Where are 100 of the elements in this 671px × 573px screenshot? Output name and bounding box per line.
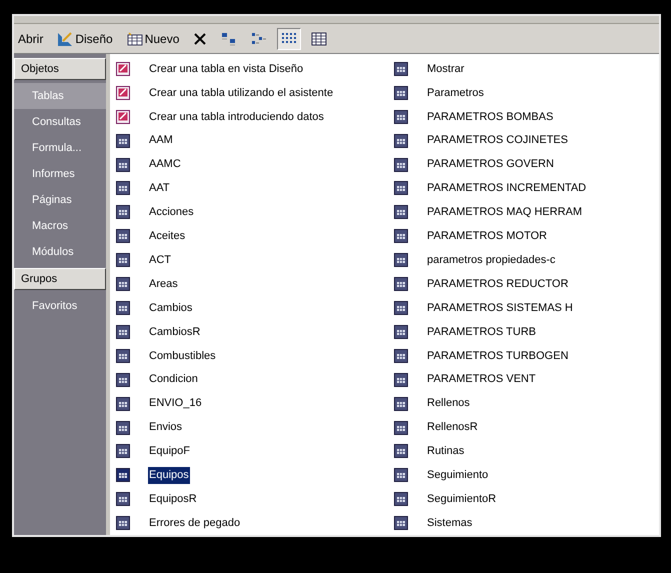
table-icon	[116, 396, 130, 411]
table-icon	[116, 134, 130, 148]
list-item[interactable]: Errores de pegado	[116, 511, 380, 536]
item-label: Acciones	[148, 205, 195, 220]
list-item[interactable]: Areas	[116, 272, 380, 296]
list-item[interactable]: Crear una tabla introduciendo datos	[116, 104, 380, 129]
list-item[interactable]: Rutinas	[394, 440, 588, 464]
toolbar-button[interactable]: Nuevo	[122, 28, 184, 50]
list-item[interactable]: SeguimientoR	[394, 487, 588, 512]
list-item[interactable]: Envios	[116, 416, 380, 440]
item-label: Combustibles	[148, 348, 217, 364]
list-item[interactable]: AAMC	[116, 152, 380, 177]
sidebar-item[interactable]: Favoritos	[14, 293, 106, 319]
list-item[interactable]: PARAMETROS BOMBAS	[394, 104, 588, 129]
table-icon	[394, 277, 408, 292]
table-icon	[394, 492, 408, 506]
item-label: PARAMETROS MAQ HERRAM	[426, 205, 584, 220]
toolbar-button[interactable]: Abrir	[14, 28, 48, 50]
item-label: Crear una tabla en vista Diseño	[148, 62, 304, 77]
item-label: Errores de pegado	[148, 516, 242, 531]
item-label: EquiposR	[148, 492, 198, 508]
list-item[interactable]: Equipos	[116, 463, 380, 488]
list-item[interactable]: EquiposR	[116, 487, 380, 512]
list-item[interactable]: EquipoF	[116, 440, 380, 464]
table-icon	[116, 301, 130, 316]
table-icon	[394, 324, 408, 339]
list-item[interactable]: Parametros	[394, 80, 588, 105]
item-label: CambiosR	[148, 324, 202, 340]
item-label: Aceites	[148, 229, 186, 244]
table-icon	[394, 110, 408, 124]
table-icon	[394, 229, 408, 244]
item-label: PARAMETROS COJINETES	[426, 133, 569, 148]
sidebar-item[interactable]: Consultas	[14, 109, 106, 135]
item-label: PARAMETROS SISTEMAS H	[426, 300, 574, 316]
sidebar-header[interactable]: Grupos	[14, 268, 106, 290]
table-icon	[394, 372, 408, 387]
table-icon	[116, 277, 130, 292]
item-label: AAMC	[148, 157, 182, 172]
sidebar-item[interactable]: Formula...	[14, 135, 106, 161]
list-item[interactable]: ENVIO_16	[116, 392, 380, 416]
table-icon	[394, 86, 408, 100]
item-label: RellenosR	[426, 420, 479, 436]
list-item[interactable]: Cambios	[116, 296, 380, 320]
list-item[interactable]: Crear una tabla utilizando el asistente	[116, 80, 380, 105]
list-item[interactable]: Aceites	[116, 224, 380, 248]
list-item[interactable]: AAT	[116, 176, 380, 200]
table-icon	[394, 158, 408, 172]
list-item[interactable]: PARAMETROS INCREMENTAD	[394, 176, 588, 200]
list-item[interactable]: PARAMETROS MOTOR	[394, 224, 588, 248]
sidebar-header[interactable]: Objetos	[14, 58, 106, 80]
list-item[interactable]: Combustibles	[116, 344, 380, 368]
sidebar-item[interactable]: Módulos	[14, 239, 106, 265]
item-label: SeguimientoR	[426, 492, 498, 508]
list-item[interactable]: PARAMETROS REDUCTOR	[394, 272, 588, 296]
item-label: Mostrar	[426, 62, 466, 77]
list-item[interactable]: Crear una tabla en vista Diseño	[116, 57, 380, 81]
item-label: PARAMETROS BOMBAS	[426, 110, 554, 125]
list-item[interactable]: PARAMETROS TURBOGEN	[394, 344, 588, 368]
sidebar-item[interactable]: Informes	[14, 161, 106, 187]
list-item[interactable]: Rellenos	[394, 392, 588, 416]
table-icon	[394, 396, 408, 411]
list-item[interactable]: Mostrar	[394, 57, 588, 81]
item-label: PARAMETROS GOVERN	[426, 157, 555, 172]
list-item[interactable]: Acciones	[116, 200, 380, 224]
list-item[interactable]: Sistemas	[394, 511, 588, 536]
sidebar-item[interactable]: Macros	[14, 213, 106, 239]
list-item[interactable]: CambiosR	[116, 320, 380, 344]
toolbar-icon-button[interactable]	[277, 28, 302, 50]
delete-icon	[193, 32, 208, 46]
list-item[interactable]: PARAMETROS MAQ HERRAM	[394, 200, 588, 224]
ruler-pencil-icon	[57, 30, 74, 46]
item-label: Parametros	[426, 86, 485, 101]
table-icon	[394, 516, 408, 530]
list-item[interactable]: RellenosR	[394, 416, 588, 440]
wizard-icon	[116, 86, 130, 100]
list-item[interactable]: PARAMETROS COJINETES	[394, 128, 588, 153]
list-item[interactable]: PARAMETROS GOVERN	[394, 152, 588, 177]
item-label: Envios	[148, 420, 184, 436]
item-label: EquipoF	[148, 444, 191, 460]
toolbar-button[interactable]: Diseño	[53, 28, 117, 50]
list-item[interactable]: PARAMETROS VENT	[394, 368, 588, 392]
table-icon	[394, 348, 408, 363]
list-item[interactable]: Seguimiento	[394, 463, 588, 488]
list-item[interactable]: PARAMETROS SISTEMAS H	[394, 296, 588, 320]
item-label: PARAMETROS TURB	[426, 324, 537, 340]
table-icon	[394, 301, 408, 316]
table-icon	[116, 181, 130, 196]
table-icon	[394, 134, 408, 148]
table-icon	[394, 205, 408, 220]
list-item[interactable]: parametros propiedades-c	[394, 248, 588, 272]
list-item[interactable]: AAM	[116, 128, 380, 153]
item-label: AAT	[148, 181, 171, 196]
large-icons-icon	[221, 32, 238, 46]
table-icon	[116, 492, 130, 506]
item-label: Seguimiento	[426, 468, 490, 484]
list-item[interactable]: PARAMETROS TURB	[394, 320, 588, 344]
sidebar-item[interactable]: Páginas	[14, 187, 106, 213]
list-item[interactable]: ACT	[116, 248, 380, 272]
table-icon	[116, 372, 130, 387]
list-item[interactable]: Condicion	[116, 368, 380, 392]
